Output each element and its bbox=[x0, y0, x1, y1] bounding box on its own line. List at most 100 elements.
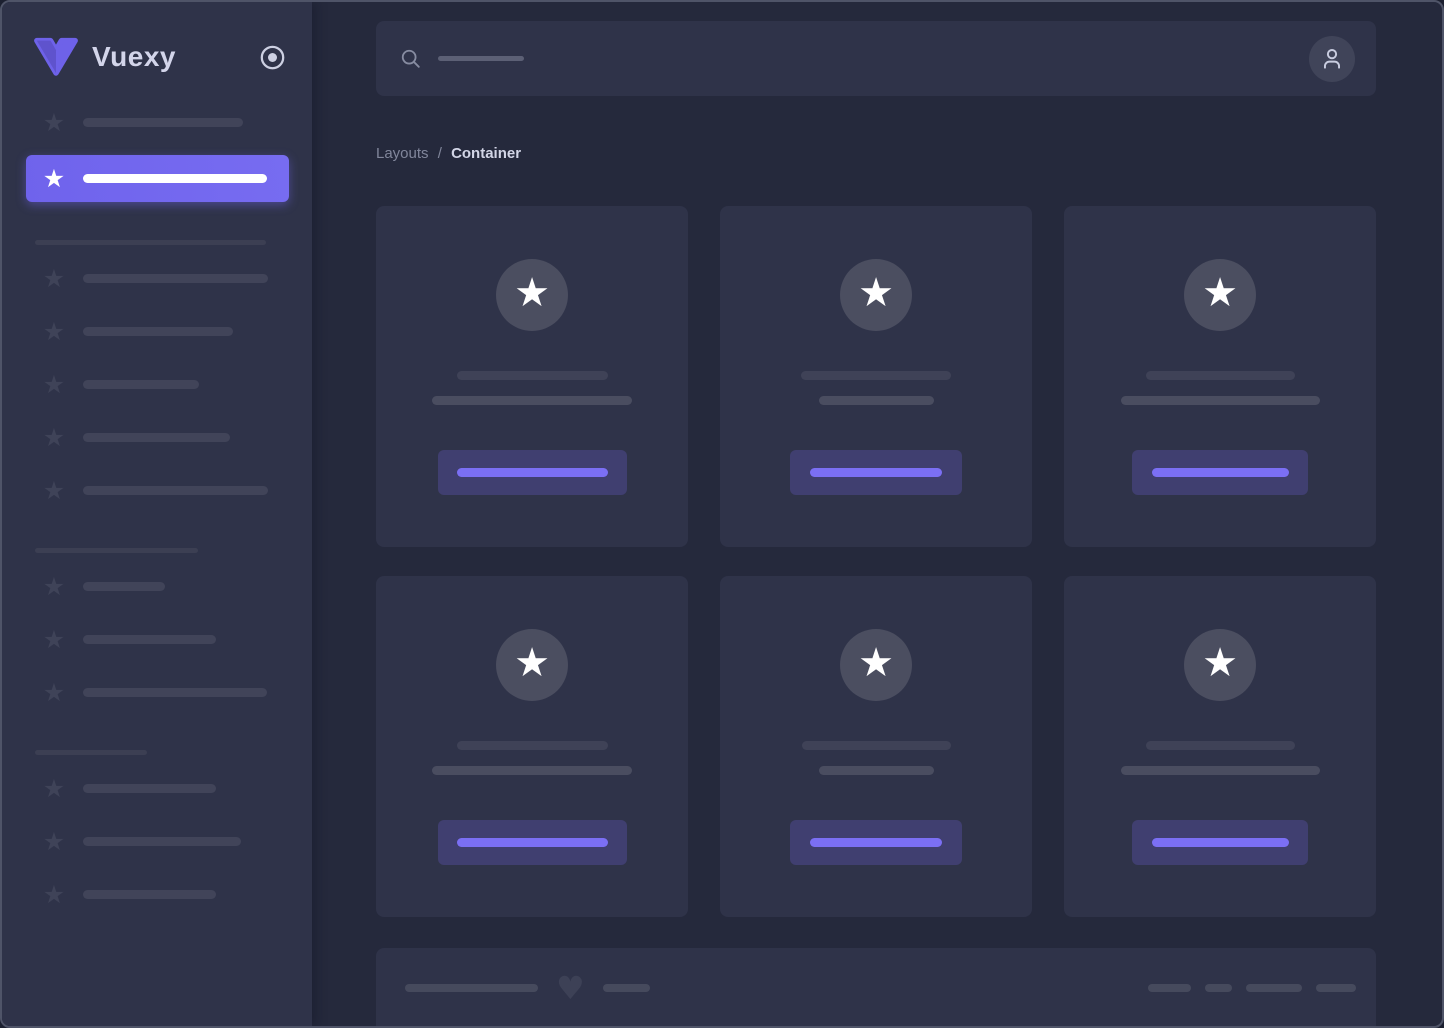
placeholder-card: ★ bbox=[720, 206, 1032, 547]
card-title-placeholder-bar bbox=[801, 741, 951, 750]
placeholder-card: ★ bbox=[376, 576, 688, 917]
cards-grid: ★ ★ ★ ★ ★ ★ bbox=[376, 206, 1376, 917]
main-content: Layouts / Container ★ ★ ★ ★ ★ ★ ♥ bbox=[312, 2, 1442, 1026]
card-button[interactable] bbox=[1132, 450, 1308, 495]
sidebar-item[interactable]: ★ bbox=[26, 417, 289, 457]
nav-label-placeholder-bar bbox=[83, 687, 267, 697]
nav-label-placeholder-bar bbox=[83, 485, 268, 495]
star-icon: ★ bbox=[42, 624, 66, 654]
nav-section-header-bar bbox=[35, 240, 266, 245]
footer-left-group: ♥ bbox=[405, 969, 650, 1007]
nav-label-placeholder-bar bbox=[83, 174, 267, 183]
card-title-placeholder-bar bbox=[1145, 741, 1295, 750]
button-label-placeholder-bar bbox=[1151, 468, 1289, 477]
sidebar-item[interactable]: ★ bbox=[26, 619, 289, 659]
nav-label-placeholder-bar bbox=[83, 836, 241, 846]
footer: ♥ bbox=[376, 948, 1376, 1026]
menu-pin-toggle-icon[interactable] bbox=[259, 44, 286, 71]
card-avatar-circle: ★ bbox=[496, 629, 568, 701]
footer-text-placeholder-bar bbox=[602, 984, 650, 992]
nav-label-placeholder-bar bbox=[83, 432, 230, 442]
card-avatar-circle: ★ bbox=[496, 259, 568, 331]
star-icon: ★ bbox=[858, 640, 894, 686]
card-subtitle-placeholder-bar bbox=[432, 396, 632, 405]
card-title-placeholder-bar bbox=[456, 371, 608, 380]
button-label-placeholder-bar bbox=[456, 468, 608, 477]
placeholder-card: ★ bbox=[720, 576, 1032, 917]
search-bar[interactable] bbox=[376, 21, 1376, 96]
card-button[interactable] bbox=[437, 820, 627, 865]
sidebar: Vuexy ★ ★ ★ ★ ★ ★ ★ ★ ★ ★ ★ ★ ★ bbox=[2, 2, 312, 1026]
search-placeholder-bar bbox=[438, 56, 524, 61]
nav-section-header-bar bbox=[35, 750, 147, 755]
card-avatar-circle: ★ bbox=[1184, 259, 1256, 331]
star-icon: ★ bbox=[858, 270, 894, 316]
star-icon: ★ bbox=[42, 164, 66, 193]
sidebar-item[interactable]: ★ bbox=[26, 566, 289, 606]
card-avatar-circle: ★ bbox=[840, 259, 912, 331]
nav-label-placeholder-bar bbox=[83, 273, 268, 283]
star-icon: ★ bbox=[42, 107, 66, 137]
nav-label-placeholder-bar bbox=[83, 783, 216, 793]
star-icon: ★ bbox=[42, 369, 66, 399]
card-subtitle-placeholder-bar bbox=[1120, 766, 1320, 775]
sidebar-item[interactable]: ★ bbox=[26, 821, 289, 861]
sidebar-nav: ★ ★ ★ ★ ★ ★ ★ ★ ★ ★ ★ ★ ★ bbox=[2, 81, 312, 914]
star-icon: ★ bbox=[42, 773, 66, 803]
breadcrumb-current: Container bbox=[451, 145, 522, 162]
star-icon: ★ bbox=[42, 826, 66, 856]
footer-text-placeholder-bar bbox=[405, 984, 538, 992]
card-button[interactable] bbox=[790, 820, 962, 865]
breadcrumb: Layouts / Container bbox=[376, 145, 1376, 163]
nav-label-placeholder-bar bbox=[83, 634, 216, 644]
card-subtitle-placeholder-bar bbox=[818, 396, 934, 405]
star-icon: ★ bbox=[42, 263, 66, 293]
card-subtitle-placeholder-bar bbox=[1120, 396, 1320, 405]
star-icon: ★ bbox=[1202, 640, 1238, 686]
star-icon: ★ bbox=[42, 571, 66, 601]
nav-label-placeholder-bar bbox=[83, 326, 233, 336]
sidebar-item[interactable]: ★ bbox=[26, 768, 289, 808]
breadcrumb-separator: / bbox=[437, 145, 442, 162]
card-button[interactable] bbox=[1132, 820, 1308, 865]
sidebar-item[interactable]: ★ bbox=[26, 672, 289, 712]
star-icon: ★ bbox=[42, 677, 66, 707]
breadcrumb-parent[interactable]: Layouts bbox=[376, 145, 429, 162]
sidebar-item-active[interactable]: ★ bbox=[26, 155, 289, 202]
star-icon: ★ bbox=[42, 422, 66, 452]
star-icon: ★ bbox=[514, 640, 550, 686]
star-icon: ★ bbox=[514, 270, 550, 316]
footer-link-placeholder-bar bbox=[1205, 984, 1232, 992]
card-title-placeholder-bar bbox=[456, 741, 608, 750]
button-label-placeholder-bar bbox=[1151, 838, 1289, 847]
heart-icon: ♥ bbox=[556, 969, 585, 1007]
card-button[interactable] bbox=[437, 450, 627, 495]
sidebar-item[interactable]: ★ bbox=[26, 102, 289, 142]
card-avatar-circle: ★ bbox=[840, 629, 912, 701]
sidebar-item[interactable]: ★ bbox=[26, 258, 289, 298]
search-icon bbox=[400, 48, 422, 70]
footer-link-placeholder-bar bbox=[1316, 984, 1356, 992]
placeholder-card: ★ bbox=[1064, 206, 1376, 547]
nav-label-placeholder-bar bbox=[83, 889, 216, 899]
nav-section-header-bar bbox=[35, 548, 198, 553]
footer-link-placeholder-bar bbox=[1148, 984, 1191, 992]
nav-label-placeholder-bar bbox=[83, 379, 199, 389]
card-button[interactable] bbox=[790, 450, 962, 495]
placeholder-card: ★ bbox=[1064, 576, 1376, 917]
sidebar-item[interactable]: ★ bbox=[26, 311, 289, 351]
sidebar-item[interactable]: ★ bbox=[26, 364, 289, 404]
nav-label-placeholder-bar bbox=[83, 581, 165, 591]
footer-link-placeholder-bar bbox=[1246, 984, 1302, 992]
app-window: Vuexy ★ ★ ★ ★ ★ ★ ★ ★ ★ ★ ★ ★ ★ Layouts … bbox=[0, 0, 1444, 1028]
user-avatar-button[interactable] bbox=[1309, 35, 1355, 82]
placeholder-card: ★ bbox=[376, 206, 688, 547]
sidebar-item[interactable]: ★ bbox=[26, 874, 289, 914]
card-avatar-circle: ★ bbox=[1184, 629, 1256, 701]
card-subtitle-placeholder-bar bbox=[432, 766, 632, 775]
sidebar-item[interactable]: ★ bbox=[26, 470, 289, 510]
brand-title: Vuexy bbox=[92, 41, 176, 72]
sidebar-header: Vuexy bbox=[2, 2, 312, 81]
card-title-placeholder-bar bbox=[801, 371, 951, 380]
card-title-placeholder-bar bbox=[1145, 371, 1295, 380]
